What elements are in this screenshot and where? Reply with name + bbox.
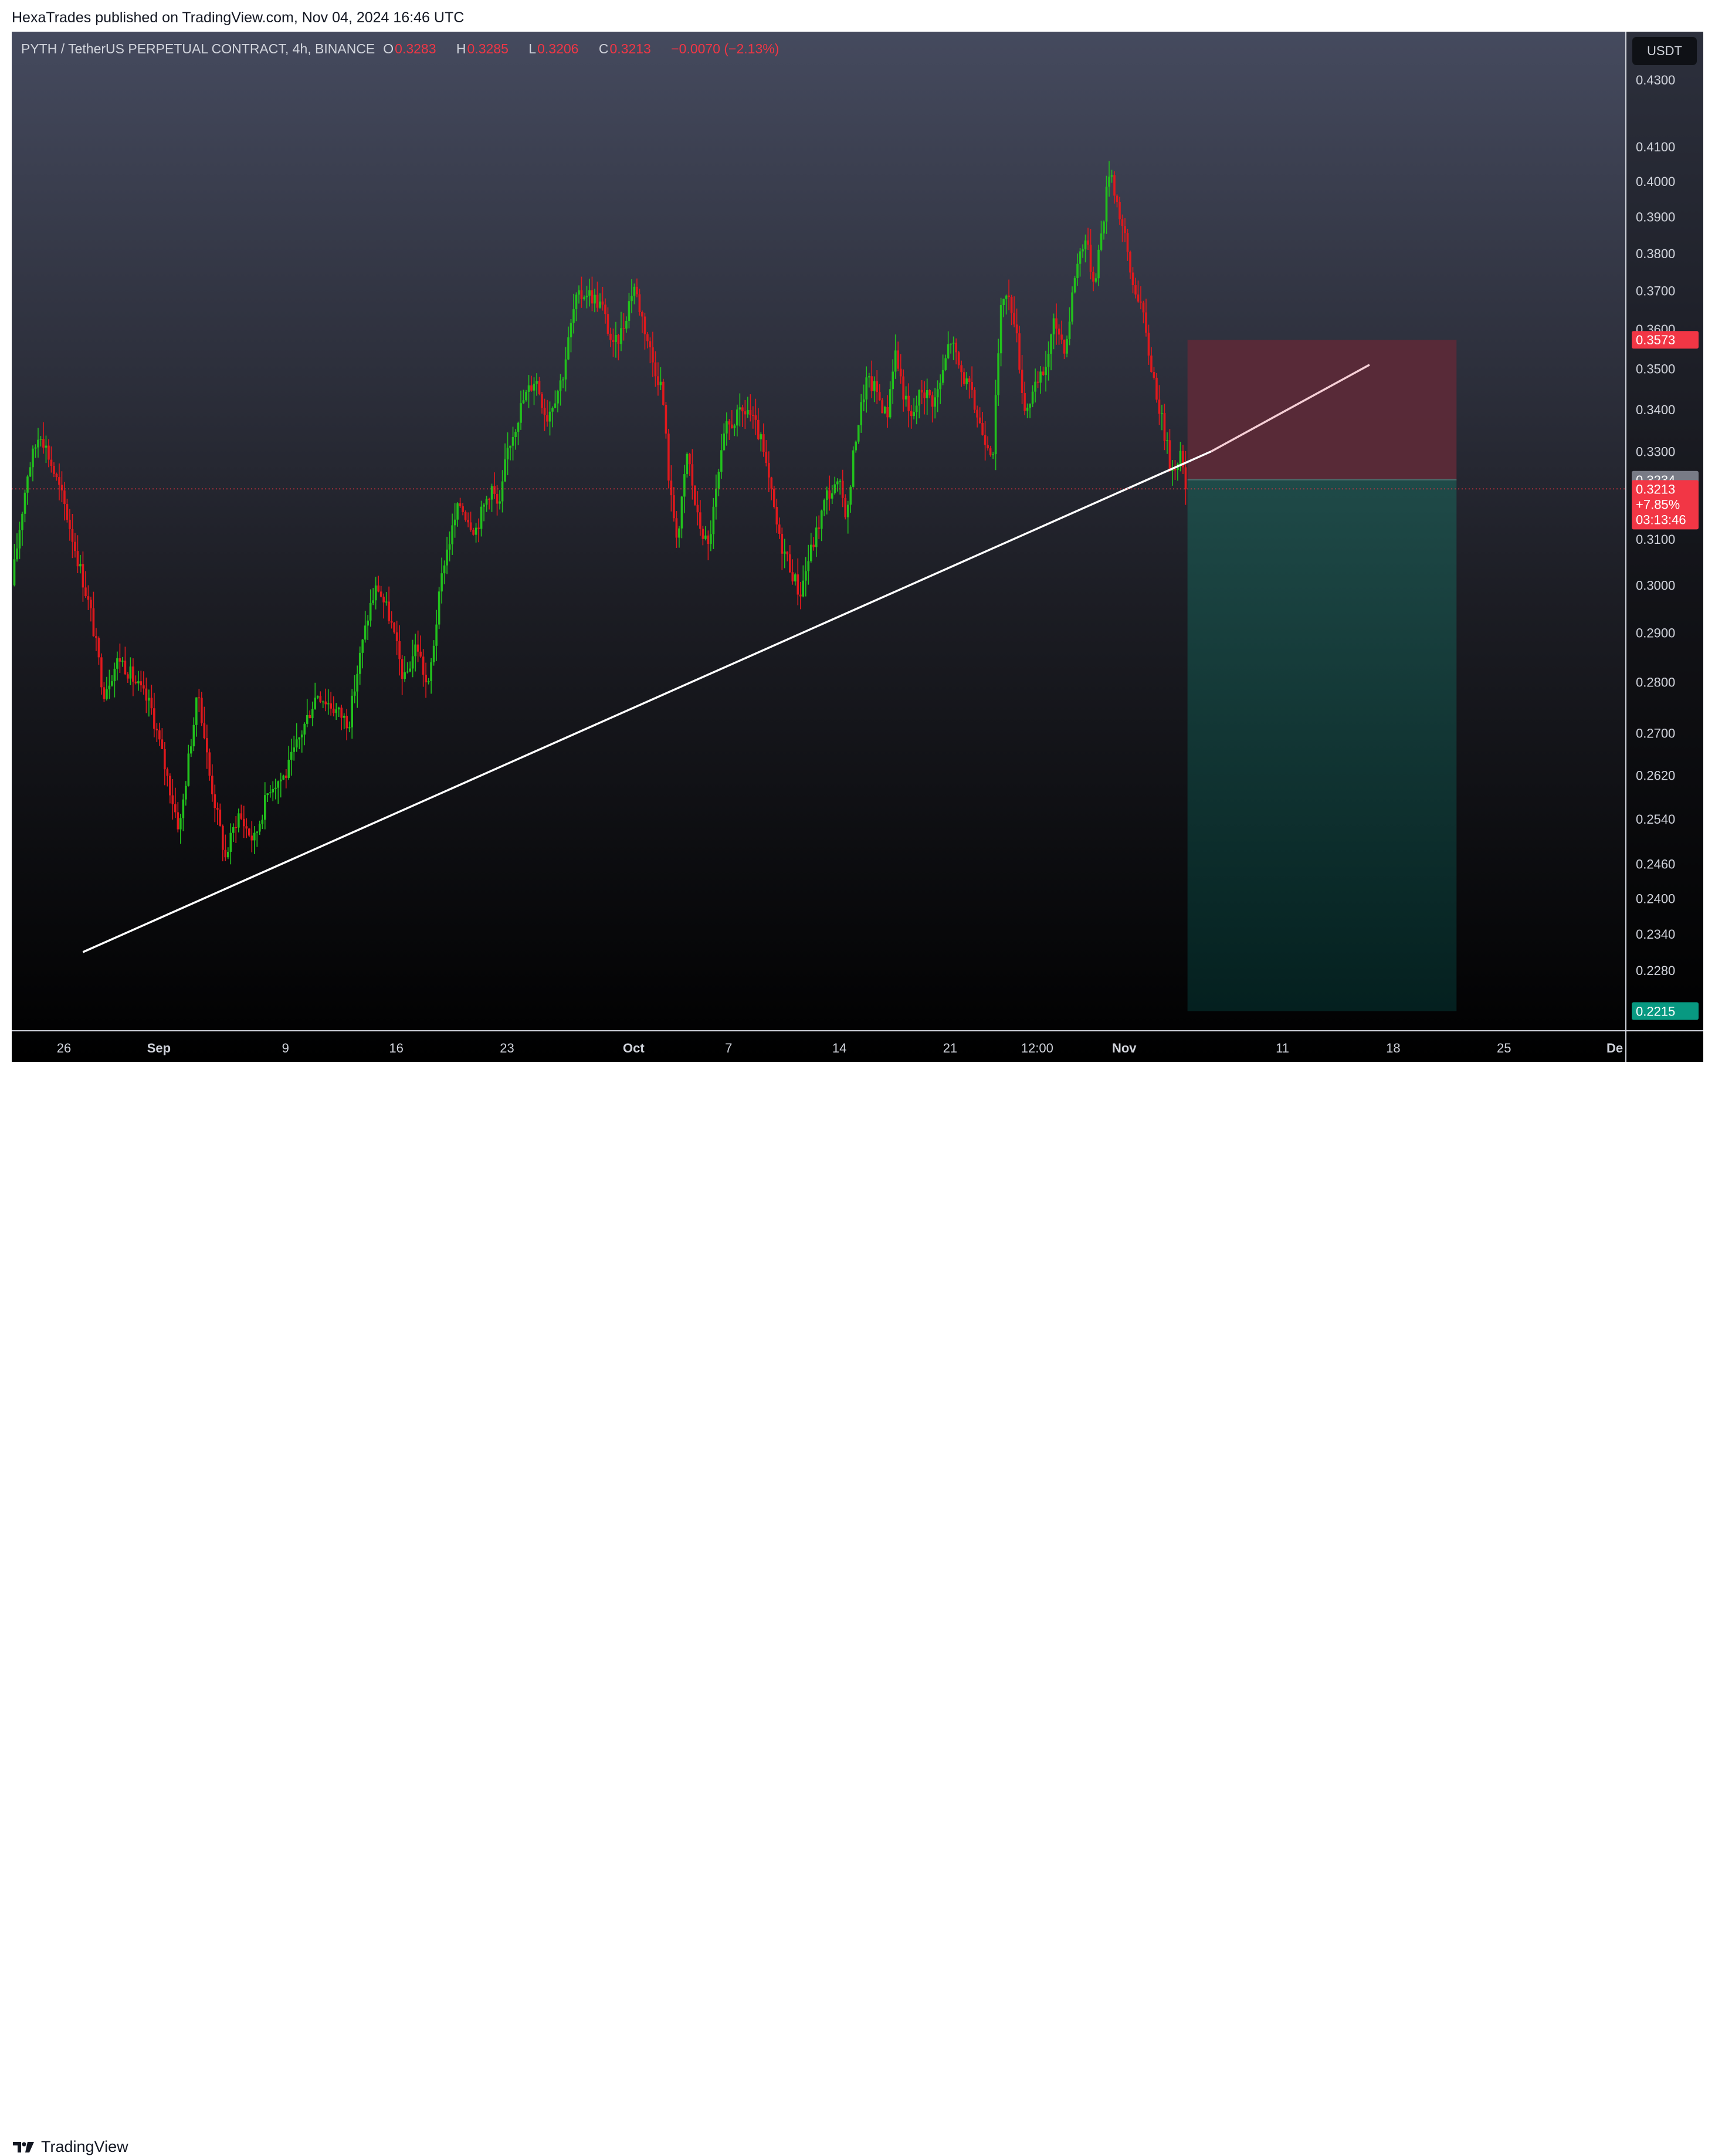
time-tick-label: Oct <box>623 1041 645 1055</box>
price-tick-label: 0.3000 <box>1636 578 1675 593</box>
candle <box>438 587 440 629</box>
time-tick-label: Nov <box>1112 1041 1137 1055</box>
price-tick-label: 0.3800 <box>1636 246 1675 261</box>
price-tick-label: 0.4100 <box>1636 140 1675 154</box>
time-tick-label: De <box>1606 1041 1623 1055</box>
price-chart[interactable]: 0.43000.41000.40000.39000.38000.37000.36… <box>12 32 1703 1062</box>
tradingview-logo-icon <box>13 2141 34 2152</box>
time-tick-label: 21 <box>943 1041 957 1055</box>
symbol-title: PYTH / TetherUS PERPETUAL CONTRACT, 4h, … <box>21 41 375 56</box>
price-tick-label: 0.2280 <box>1636 963 1675 978</box>
price-tick-label: 0.2620 <box>1636 769 1675 783</box>
time-tick-label: 11 <box>1276 1041 1289 1055</box>
stop-price-marker: 0.3573 <box>1632 331 1699 349</box>
open-value: 0.3283 <box>395 41 436 56</box>
chart-area[interactable]: 0.4300 0.4100 0.4000 0.3900 0.3800 0.3700 0.36… <box>12 32 1703 1062</box>
last-price-marker: 0.3213+7.85%03:13:46 <box>1632 480 1699 530</box>
take-profit-zone[interactable] <box>1187 479 1457 1011</box>
svg-text:+7.85%: +7.85% <box>1636 497 1680 512</box>
candle <box>393 622 395 634</box>
publisher-caption: HexaTrades published on TradingView.com,… <box>12 9 465 26</box>
open-label: O <box>383 41 394 56</box>
price-tick-label: 0.4000 <box>1636 174 1675 189</box>
brand-name: TradingView <box>41 2138 128 2155</box>
price-tick-label: 0.3100 <box>1636 532 1675 547</box>
time-tick-label: 16 <box>389 1041 403 1055</box>
price-tick-label: 0.2900 <box>1636 626 1675 641</box>
svg-text:0.2215: 0.2215 <box>1636 1004 1675 1018</box>
stop-loss-zone[interactable] <box>1187 340 1457 480</box>
svg-text:0.3213: 0.3213 <box>1636 482 1675 496</box>
time-tick-label: 12:00 <box>1021 1041 1053 1055</box>
high-label: H <box>456 41 466 56</box>
price-tick-label: 0.3300 <box>1636 444 1675 459</box>
top-bar: HexaTrades published on TradingView.com,… <box>0 0 1715 34</box>
candle <box>844 494 847 520</box>
close-label: C <box>598 41 609 56</box>
price-tick-label: 0.2400 <box>1636 891 1675 906</box>
candle <box>686 452 689 478</box>
high-value: 0.3285 <box>467 41 509 56</box>
price-tick-label: 0.2540 <box>1636 812 1675 827</box>
low-label: L <box>528 41 537 56</box>
candle <box>881 398 884 414</box>
price-tick-label: 0.4300 <box>1636 73 1675 87</box>
price-tick-label: 0.2700 <box>1636 726 1675 741</box>
candle <box>694 485 696 506</box>
price-tick-label: 0.3700 <box>1636 284 1675 299</box>
candle <box>1073 275 1076 294</box>
time-tick-label: Sep <box>147 1041 171 1055</box>
target-price-marker: 0.2215 <box>1632 1002 1699 1020</box>
symbol-legend: PYTH / TetherUS PERPETUAL CONTRACT, 4h, … <box>21 41 787 57</box>
time-tick-label: 23 <box>500 1041 514 1055</box>
time-tick-label: 26 <box>57 1041 71 1055</box>
currency-button[interactable]: USDT <box>1632 36 1697 66</box>
candle <box>665 402 667 439</box>
low-value: 0.3206 <box>537 41 579 56</box>
candle <box>662 378 665 406</box>
price-tick-label: 0.2800 <box>1636 675 1675 690</box>
close-value: 0.3213 <box>609 41 651 56</box>
time-tick-label: 7 <box>725 1041 732 1055</box>
price-tick-label: 0.3500 <box>1636 362 1675 377</box>
time-tick-label: 18 <box>1386 1041 1400 1055</box>
candle <box>667 428 670 489</box>
price-tick-label: 0.3400 <box>1636 402 1675 417</box>
price-tick-label: 0.2340 <box>1636 927 1675 942</box>
time-tick-label: 14 <box>832 1041 846 1055</box>
time-tick-label: 9 <box>282 1041 289 1055</box>
candle <box>857 425 860 444</box>
candle <box>852 446 855 488</box>
price-tick-label: 0.2460 <box>1636 857 1675 871</box>
candle <box>773 485 775 509</box>
svg-text:03:13:46: 03:13:46 <box>1636 512 1686 527</box>
ohlc-values: O0.3283 H0.3285 L0.3206 C0.3213 −0.0070 … <box>383 41 787 57</box>
change-value: −0.0070 (−2.13%) <box>671 41 779 56</box>
svg-text:0.3573: 0.3573 <box>1636 333 1675 347</box>
candle <box>973 387 976 414</box>
footer: TradingView <box>0 1063 1715 2155</box>
tradingview-brand[interactable]: TradingView <box>12 2138 128 2156</box>
time-tick-label: 25 <box>1497 1041 1511 1055</box>
price-tick-label: 0.3900 <box>1636 210 1675 225</box>
